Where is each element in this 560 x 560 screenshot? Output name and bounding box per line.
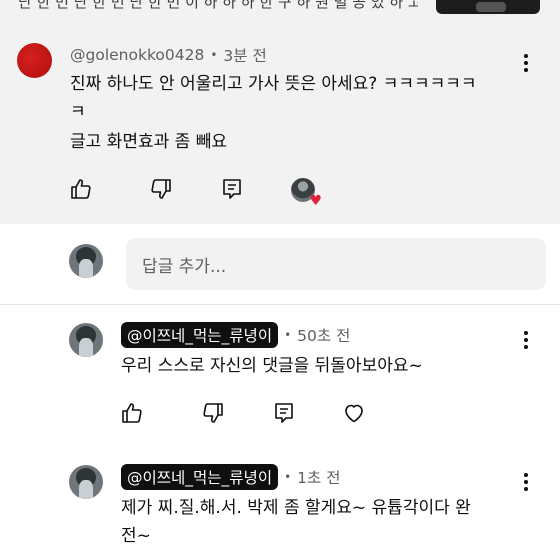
timestamp: 1초 전 [297,469,341,487]
comment-line: 전~ [121,526,151,546]
kebab-dot [524,473,528,477]
thumb-down-icon[interactable] [201,401,225,425]
timestamp: 50초 전 [297,327,351,345]
thumb-down-icon[interactable] [149,177,173,201]
reply-input[interactable]: 답글 추가... [126,238,546,290]
timestamp: 3분 전 [223,47,267,65]
comment-meta: @이쯔네_먹는_류녕이 • 1초 전 [121,464,340,490]
divider [0,304,560,305]
avatar[interactable] [69,323,103,357]
separator-dot: • [210,48,218,62]
heart-icon: ♥ [309,193,322,209]
comment-line: 우리 스스로 자신의 댓글을 뒤돌아보아요~ [121,356,423,376]
previous-comment-strip: 단 한 번 단 한 번 단 한 번 이 하 하 하 한 구 하 원 별 공 있 … [0,0,560,24]
comment-line: 진짜 하나도 안 어울리고 가사 뜻은 아세요? ㅋㅋㅋㅋㅋㅋ [70,74,477,94]
more-options-button[interactable] [517,471,535,493]
username[interactable]: @golenokko0428 [70,46,204,64]
comment-meta: @이쯔네_먹는_류녕이 • 50초 전 [121,322,350,348]
thumb-up-icon[interactable] [69,177,93,201]
kebab-dot [524,345,528,349]
reply-icon[interactable] [220,177,244,201]
separator-dot: • [284,470,292,484]
avatar[interactable] [17,43,52,78]
comment-meta: @golenokko0428 • 3분 전 [70,44,267,66]
comment-line: 글고 화면효과 좀 빼요 [70,132,227,152]
more-options-button[interactable] [517,329,535,351]
kebab-dot [524,338,528,342]
kebab-dot [524,480,528,484]
comment-text: 진짜 하나도 안 어울리고 가사 뜻은 아세요? ㅋㅋㅋㅋㅋㅋ ㅋ [70,70,540,126]
reply-icon[interactable] [272,401,296,425]
video-thumbnail[interactable] [436,0,540,14]
kebab-dot [524,54,528,58]
channel-owner-badge[interactable]: @이쯔네_먹는_류녕이 [121,322,279,348]
avatar[interactable] [69,244,103,278]
kebab-dot [524,487,528,491]
comment-text: 우리 스스로 자신의 댓글을 뒤돌아보아요~ [121,352,541,380]
comment-text: 제가 찌.질.해.서. 박제 좀 할게요~ 유튭각이다 완 전~ [121,494,551,550]
thumb-up-icon[interactable] [120,401,144,425]
previous-comment-text: 단 한 번 단 한 번 단 한 번 이 하 하 하 한 구 하 원 별 공 있 … [18,0,418,11]
reply-input-placeholder: 답글 추가... [142,257,227,277]
comment-line: 제가 찌.질.해.서. 박제 좀 할게요~ 유튭각이다 완 [121,498,471,518]
separator-dot: • [284,328,292,342]
avatar[interactable] [69,465,103,499]
kebab-dot [524,61,528,65]
kebab-dot [524,331,528,335]
creator-heart: ♥ [291,178,322,209]
comment-line: ㅋ [70,102,86,122]
heart-outline-icon[interactable] [342,401,366,425]
channel-owner-badge[interactable]: @이쯔네_먹는_류녕이 [121,464,279,490]
